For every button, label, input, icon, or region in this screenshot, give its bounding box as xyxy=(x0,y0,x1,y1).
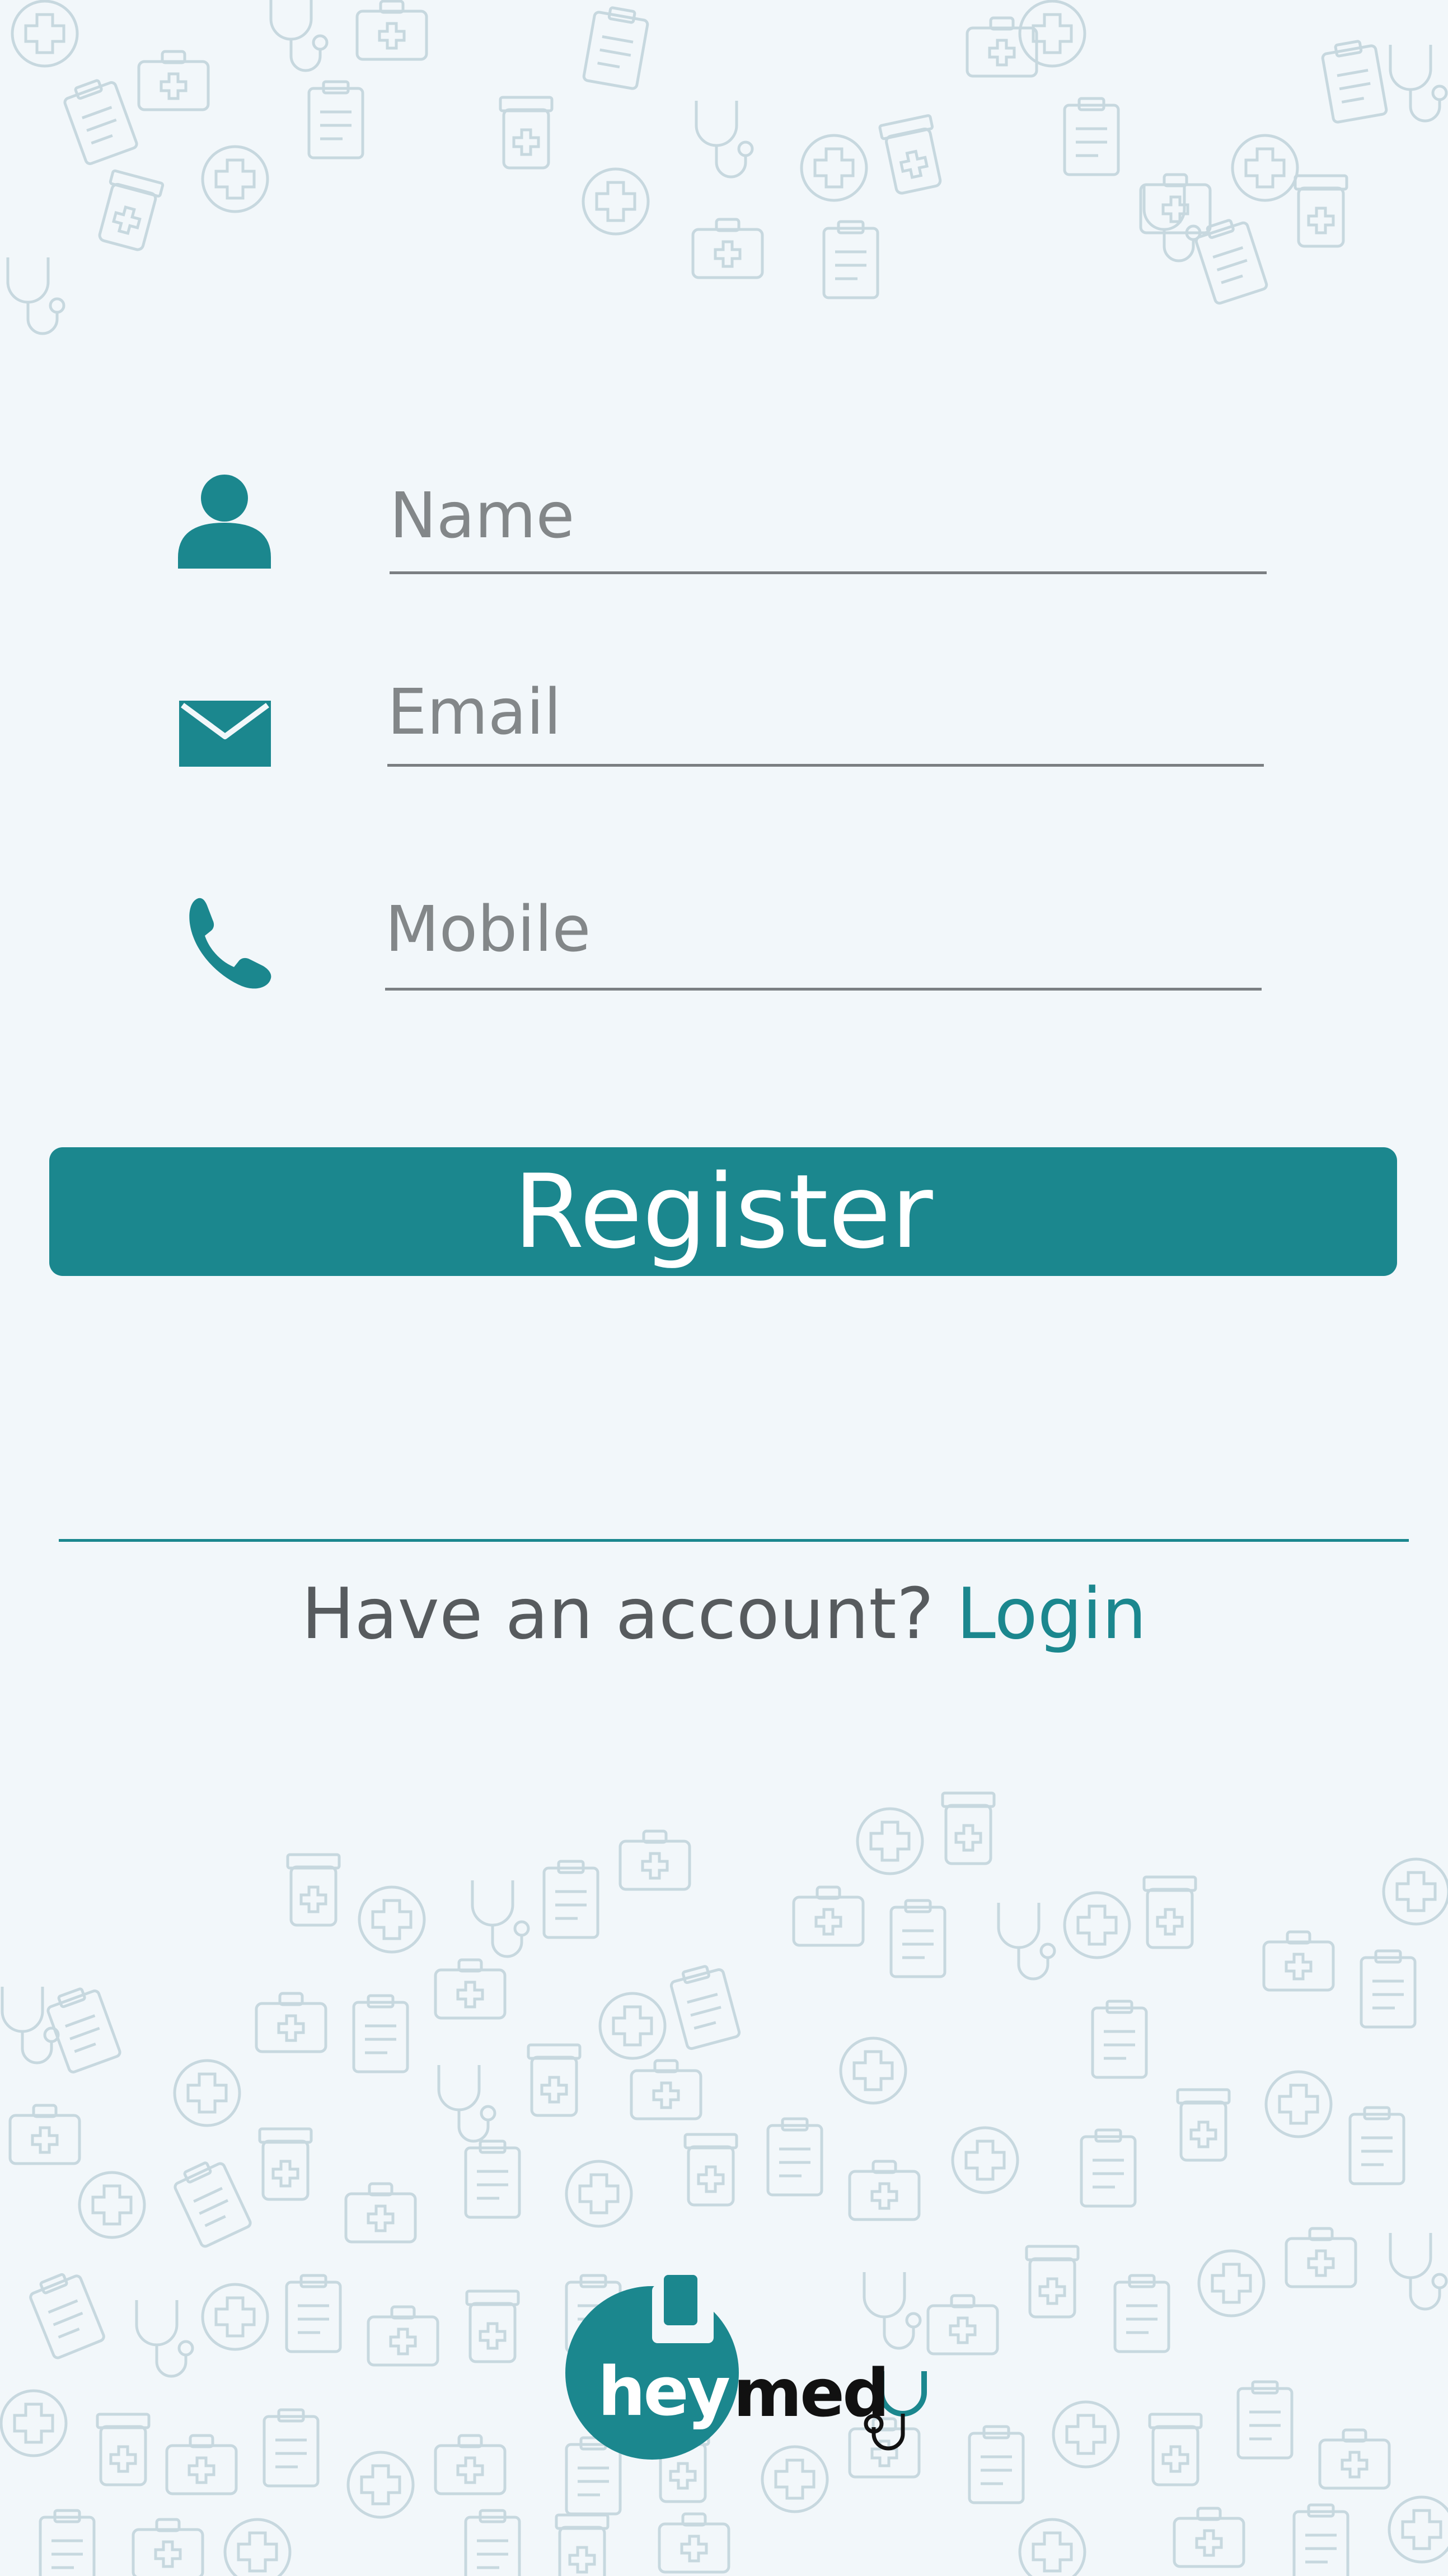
medical-pattern-top xyxy=(0,0,1448,358)
login-link[interactable]: Login xyxy=(957,1573,1147,1655)
logo-word-hey: hey xyxy=(598,2353,730,2431)
envelope-icon xyxy=(179,701,271,767)
logo-word-med: med xyxy=(733,2354,889,2432)
heymed-logo: hey med xyxy=(565,2275,946,2471)
email-input[interactable] xyxy=(387,670,1264,767)
person-icon xyxy=(178,475,271,569)
phone-icon xyxy=(189,898,271,989)
login-prompt: Have an account? Login xyxy=(0,1573,1448,1655)
account-prompt-text: Have an account? xyxy=(301,1573,934,1655)
name-input[interactable] xyxy=(390,470,1267,574)
register-button[interactable]: Register xyxy=(49,1147,1397,1276)
divider xyxy=(59,1539,1409,1542)
mobile-input[interactable] xyxy=(385,881,1262,991)
